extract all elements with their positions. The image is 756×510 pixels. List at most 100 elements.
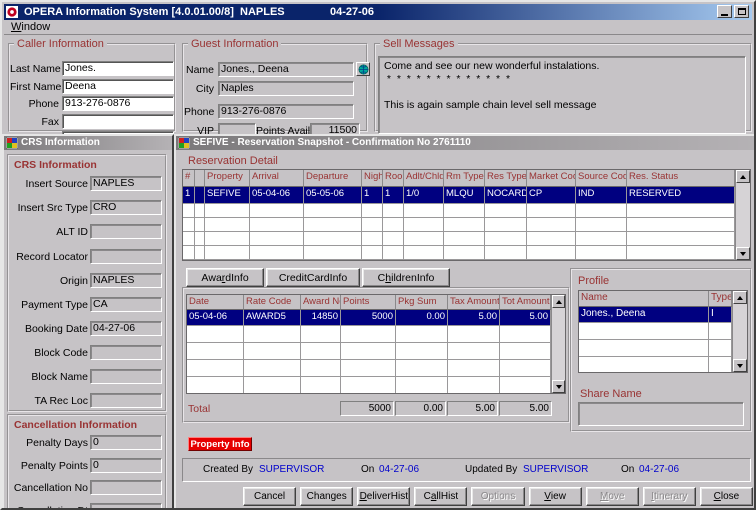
sell-message-line: Come and see our new wonderful instalati… (384, 60, 740, 73)
created-by-label: Created By (203, 464, 253, 475)
reservation-table: # Property Arrival Departure Night Roon … (182, 169, 751, 261)
sell-messages-title: Sell Messages (380, 38, 458, 50)
crs-window-titlebar[interactable]: CRS Information (4, 136, 172, 150)
reservation-scrollbar[interactable] (735, 170, 750, 260)
reservation-table-header: # Property Arrival Departure Night Roon … (183, 170, 735, 187)
minimize-button[interactable] (717, 5, 732, 18)
property-info-button[interactable]: Property Info (188, 437, 252, 451)
cancel-button[interactable]: Cancel (243, 487, 296, 506)
scroll-down-icon (556, 385, 562, 389)
insert-src-type-field: CRO (90, 200, 162, 215)
phone-input[interactable]: 913-276-0876 (62, 96, 174, 111)
column-header[interactable]: Date (187, 295, 244, 310)
scroll-up-icon (737, 296, 743, 300)
scroll-down-button[interactable] (736, 247, 750, 260)
ta-rec-loc-field (90, 393, 162, 408)
guest-information-group: Guest Information Name Jones., Deena Cit… (182, 38, 368, 132)
column-header[interactable]: Arrival (250, 170, 304, 187)
column-header[interactable]: Points (341, 295, 396, 310)
menu-window[interactable]: Window (11, 21, 50, 33)
profile-table: Name Type Jones., Deena I (578, 290, 748, 373)
close-button[interactable]: Close (700, 487, 753, 506)
scroll-up-button[interactable] (552, 295, 565, 308)
sell-messages-group: Sell Messages Come and see our new wonde… (374, 38, 752, 132)
column-header[interactable]: Pkg Sum (396, 295, 448, 310)
column-header[interactable]: Roon (383, 170, 404, 187)
award-scrollbar[interactable] (551, 295, 565, 393)
field-label: Insert Src Type (9, 202, 88, 214)
fax-input[interactable] (62, 114, 174, 129)
last-name-input[interactable]: Jones. (62, 61, 174, 76)
title-bar[interactable]: OPERA Information System [4.0.01.00/8] N… (4, 4, 752, 20)
cancellation-dt-field (90, 503, 162, 510)
tab-credit-card-info[interactable]: Credit Card Info (266, 268, 360, 287)
view-button[interactable]: View (529, 487, 582, 506)
field-label: Payment Type (9, 299, 88, 311)
updated-on-label: On (621, 464, 634, 475)
tab-children-info[interactable]: Children Info (362, 268, 450, 287)
block-name-field (90, 369, 162, 384)
guest-information-title: Guest Information (188, 38, 281, 50)
changes-button[interactable]: Changes (300, 487, 353, 506)
table-row (183, 246, 735, 260)
globe-icon (358, 64, 369, 75)
field-label: Phone (10, 98, 59, 110)
reservation-row-selected[interactable]: 1 SEFIVE 05-04-06 05-05-06 1 1 1/0 MLQU … (183, 187, 735, 204)
profile-title: Profile (578, 275, 609, 287)
field-label: First Name (10, 81, 59, 93)
column-header[interactable]: Res. Status (627, 170, 735, 187)
itinerary-button: Itinerary (643, 487, 696, 506)
column-header[interactable]: Res Type (485, 170, 527, 187)
field-label: Last Name (10, 63, 59, 75)
column-header[interactable]: Property (205, 170, 250, 187)
column-header[interactable]: Source Code (576, 170, 627, 187)
column-header[interactable]: Type (709, 291, 732, 307)
created-on-value: 04-27-06 (379, 464, 419, 475)
column-header[interactable] (195, 170, 205, 187)
award-row-selected[interactable]: 05-04-06 AWARD5 14850 5000 0.00 5.00 5.0… (187, 310, 551, 326)
column-header[interactable]: Tot Amount (500, 295, 551, 310)
field-label: ALT ID (9, 226, 88, 238)
field-label: Insert Source (9, 178, 88, 190)
table-row (187, 326, 551, 343)
scroll-up-button[interactable] (733, 291, 747, 304)
profile-scrollbar[interactable] (732, 291, 747, 372)
updated-by-value: SUPERVISOR (523, 464, 588, 475)
column-header[interactable]: Tax Amount (448, 295, 500, 310)
origin-field: NAPLES (90, 273, 162, 288)
caller-information-title: Caller Information (14, 38, 107, 50)
first-name-input[interactable]: Deena (62, 79, 174, 94)
field-label: Cancellation Dt (9, 505, 88, 510)
deliver-hist-button[interactable]: Deliver Hist (357, 487, 410, 506)
column-header[interactable]: Departure (304, 170, 362, 187)
field-label: Phone (184, 106, 214, 118)
column-header[interactable]: # (183, 170, 195, 187)
field-label: Block Name (9, 371, 88, 383)
column-header[interactable]: Adlt/Chld (404, 170, 444, 187)
tab-award-info[interactable]: Award Info (186, 268, 264, 287)
column-header[interactable]: Rate Code (244, 295, 301, 310)
scroll-down-button[interactable] (733, 359, 747, 372)
call-hist-button[interactable]: Call Hist (414, 487, 467, 506)
column-header[interactable]: Rm Type (444, 170, 485, 187)
window-title: OPERA Information System [4.0.01.00/8] (24, 6, 234, 18)
table-row (187, 360, 551, 377)
share-name-label: Share Name (580, 388, 642, 400)
column-header[interactable]: Award No (301, 295, 341, 310)
crs-information-window: CRS Information CRS Information Insert S… (2, 134, 174, 510)
column-header[interactable]: Market Code (527, 170, 576, 187)
column-header[interactable]: Name (579, 291, 709, 307)
reservation-window-titlebar[interactable]: SEFIVE - Reservation Snapshot - Confirma… (176, 136, 754, 150)
total-points-field: 5000 (340, 401, 394, 416)
profile-globe-button[interactable] (356, 62, 370, 76)
menu-bar: Window (4, 20, 752, 35)
field-label: Cancellation No (9, 482, 88, 494)
crs-window-title: CRS Information (21, 137, 100, 148)
profile-row-selected[interactable]: Jones., Deena I (579, 307, 732, 323)
guest-city-field: Naples (218, 81, 354, 96)
column-header[interactable]: Night (362, 170, 383, 187)
field-label: Penalty Days (9, 437, 88, 449)
scroll-down-button[interactable] (552, 380, 565, 393)
scroll-up-button[interactable] (736, 170, 750, 183)
maximize-button[interactable] (734, 5, 749, 18)
